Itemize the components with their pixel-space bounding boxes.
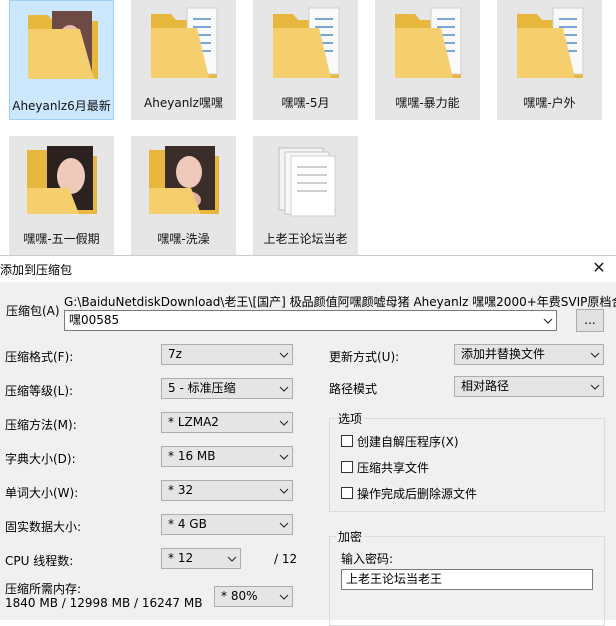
delete-label[interactable]: 操作完成后删除源文件 — [357, 485, 477, 502]
sfx-checkbox[interactable] — [341, 435, 353, 447]
folder-name: 嘿嘿-五一假期 — [23, 232, 100, 246]
folder-tile[interactable]: Aheyanlz6月最新 — [9, 0, 114, 120]
folder-doc-icon — [151, 7, 218, 78]
folder-tile[interactable]: 嘿嘿-五一假期 — [9, 136, 114, 256]
cpu-select[interactable]: * 12 — [161, 548, 241, 569]
pathmode-value: 相对路径 — [461, 379, 510, 393]
chevron-down-icon — [279, 454, 289, 460]
browse-button[interactable]: ... — [576, 309, 604, 332]
cpu-value: * 12 — [168, 551, 194, 565]
archive-name-text: 嘿00585 — [69, 313, 120, 327]
archive-path: G:\BaiduNetdiskDownload\老王\[国产] 极品颜值阿嘿颜嘘… — [64, 295, 616, 309]
memory-percent-value: * 80% — [221, 589, 258, 603]
password-text: 上老王论坛当老王 — [346, 572, 443, 586]
folder-photo-icon — [28, 11, 98, 79]
encryption-title: 加密 — [336, 528, 365, 545]
folder-doc-icon — [395, 7, 462, 78]
password-input[interactable]: 上老王论坛当老王 — [341, 569, 593, 590]
dict-value: * 16 MB — [168, 449, 216, 463]
chevron-down-icon — [279, 352, 289, 358]
pathmode-select[interactable]: 相对路径 — [454, 376, 604, 397]
folder-name: 嘿嘿-5月 — [281, 96, 330, 110]
dialog-title: 添加到压缩包 — [0, 263, 73, 277]
shared-label[interactable]: 压缩共享文件 — [357, 459, 429, 476]
chevron-down-icon — [279, 522, 289, 528]
memory-value: 1840 MB / 12998 MB / 16247 MB — [5, 596, 203, 610]
folder-photo-icon — [149, 146, 219, 214]
format-value: 7z — [168, 347, 182, 361]
archive-label: 压缩包(A) — [6, 304, 60, 318]
folder-tile[interactable]: 嘿嘿-暴力能 — [375, 0, 480, 120]
level-value: 5 - 标准压缩 — [168, 381, 236, 395]
method-label: 压缩方法(M): — [5, 418, 77, 432]
folder-tile[interactable]: 嘿嘿-户外 — [497, 0, 602, 120]
update-label: 更新方式(U): — [329, 350, 400, 364]
folder-tile[interactable]: 上老王论坛当老 — [253, 136, 358, 256]
chevron-down-icon — [590, 352, 600, 358]
level-select[interactable]: 5 - 标准压缩 — [161, 378, 293, 399]
chevron-down-icon — [590, 384, 600, 390]
close-icon[interactable]: ✕ — [590, 259, 608, 277]
folder-doc-icon — [273, 7, 340, 78]
folder-tile[interactable]: Aheyanlz嘿嘿 — [131, 0, 236, 120]
delete-checkbox[interactable] — [341, 487, 353, 499]
archive-name-input[interactable]: 嘿00585 — [64, 310, 557, 331]
options-title: 选项 — [336, 410, 365, 427]
update-select[interactable]: 添加并替换文件 — [454, 344, 604, 365]
folder-doc-icon — [517, 7, 584, 78]
folder-name: 嘿嘿-户外 — [523, 96, 576, 110]
folder-tile[interactable]: 嘿嘿-洗澡 — [131, 136, 236, 256]
shared-checkbox[interactable] — [341, 461, 353, 473]
method-select[interactable]: * LZMA2 — [161, 412, 293, 433]
pathmode-label: 路径模式 — [329, 382, 378, 396]
format-select[interactable]: 7z — [161, 344, 293, 365]
update-value: 添加并替换文件 — [461, 347, 546, 361]
add-to-archive-dialog: 添加到压缩包 ✕ 压缩包(A) G:\BaiduNetdiskDownload\… — [0, 255, 616, 626]
word-select[interactable]: * 32 — [161, 480, 293, 501]
dict-select[interactable]: * 16 MB — [161, 446, 293, 467]
folder-photo-icon — [27, 146, 97, 214]
word-label: 单词大小(W): — [5, 486, 79, 500]
cpu-total: / 12 — [274, 552, 298, 566]
chevron-down-icon — [279, 420, 289, 426]
folder-name: 上老王论坛当老 — [263, 232, 348, 246]
folder-name: 嘿嘿-洗澡 — [157, 232, 210, 246]
chevron-down-icon — [279, 488, 289, 494]
dict-label: 字典大小(D): — [5, 452, 76, 466]
folder-name: 嘿嘿-暴力能 — [395, 96, 460, 110]
dialog-titlebar: 添加到压缩包 ✕ — [0, 256, 616, 282]
cpu-label: CPU 线程数: — [5, 554, 74, 568]
level-label: 压缩等级(L): — [5, 384, 74, 398]
format-label: 压缩格式(F): — [5, 350, 74, 364]
file-stack-icon — [278, 147, 336, 217]
method-value: * LZMA2 — [168, 415, 219, 429]
folder-name: Aheyanlz6月最新 — [12, 99, 111, 113]
solid-select[interactable]: * 4 GB — [161, 514, 293, 535]
password-label: 输入密码: — [341, 552, 394, 566]
solid-value: * 4 GB — [168, 517, 207, 531]
folder-tile[interactable]: 嘿嘿-5月 — [253, 0, 358, 120]
memory-percent-select[interactable]: * 80% — [214, 586, 293, 607]
sfx-label[interactable]: 创建自解压程序(X) — [357, 433, 459, 450]
chevron-down-icon — [227, 556, 237, 562]
word-value: * 32 — [168, 483, 194, 497]
chevron-down-icon — [279, 594, 289, 600]
folder-name: Aheyanlz嘿嘿 — [144, 96, 223, 110]
memory-label: 压缩所需内存: — [5, 582, 82, 596]
file-explorer: Aheyanlz6月最新 Aheyanlz嘿嘿 嘿嘿-5月 嘿嘿-暴力能 嘿嘿-… — [0, 0, 616, 256]
chevron-down-icon — [279, 386, 289, 392]
solid-label: 固实数据大小: — [5, 520, 82, 534]
chevron-down-icon[interactable] — [543, 316, 553, 326]
